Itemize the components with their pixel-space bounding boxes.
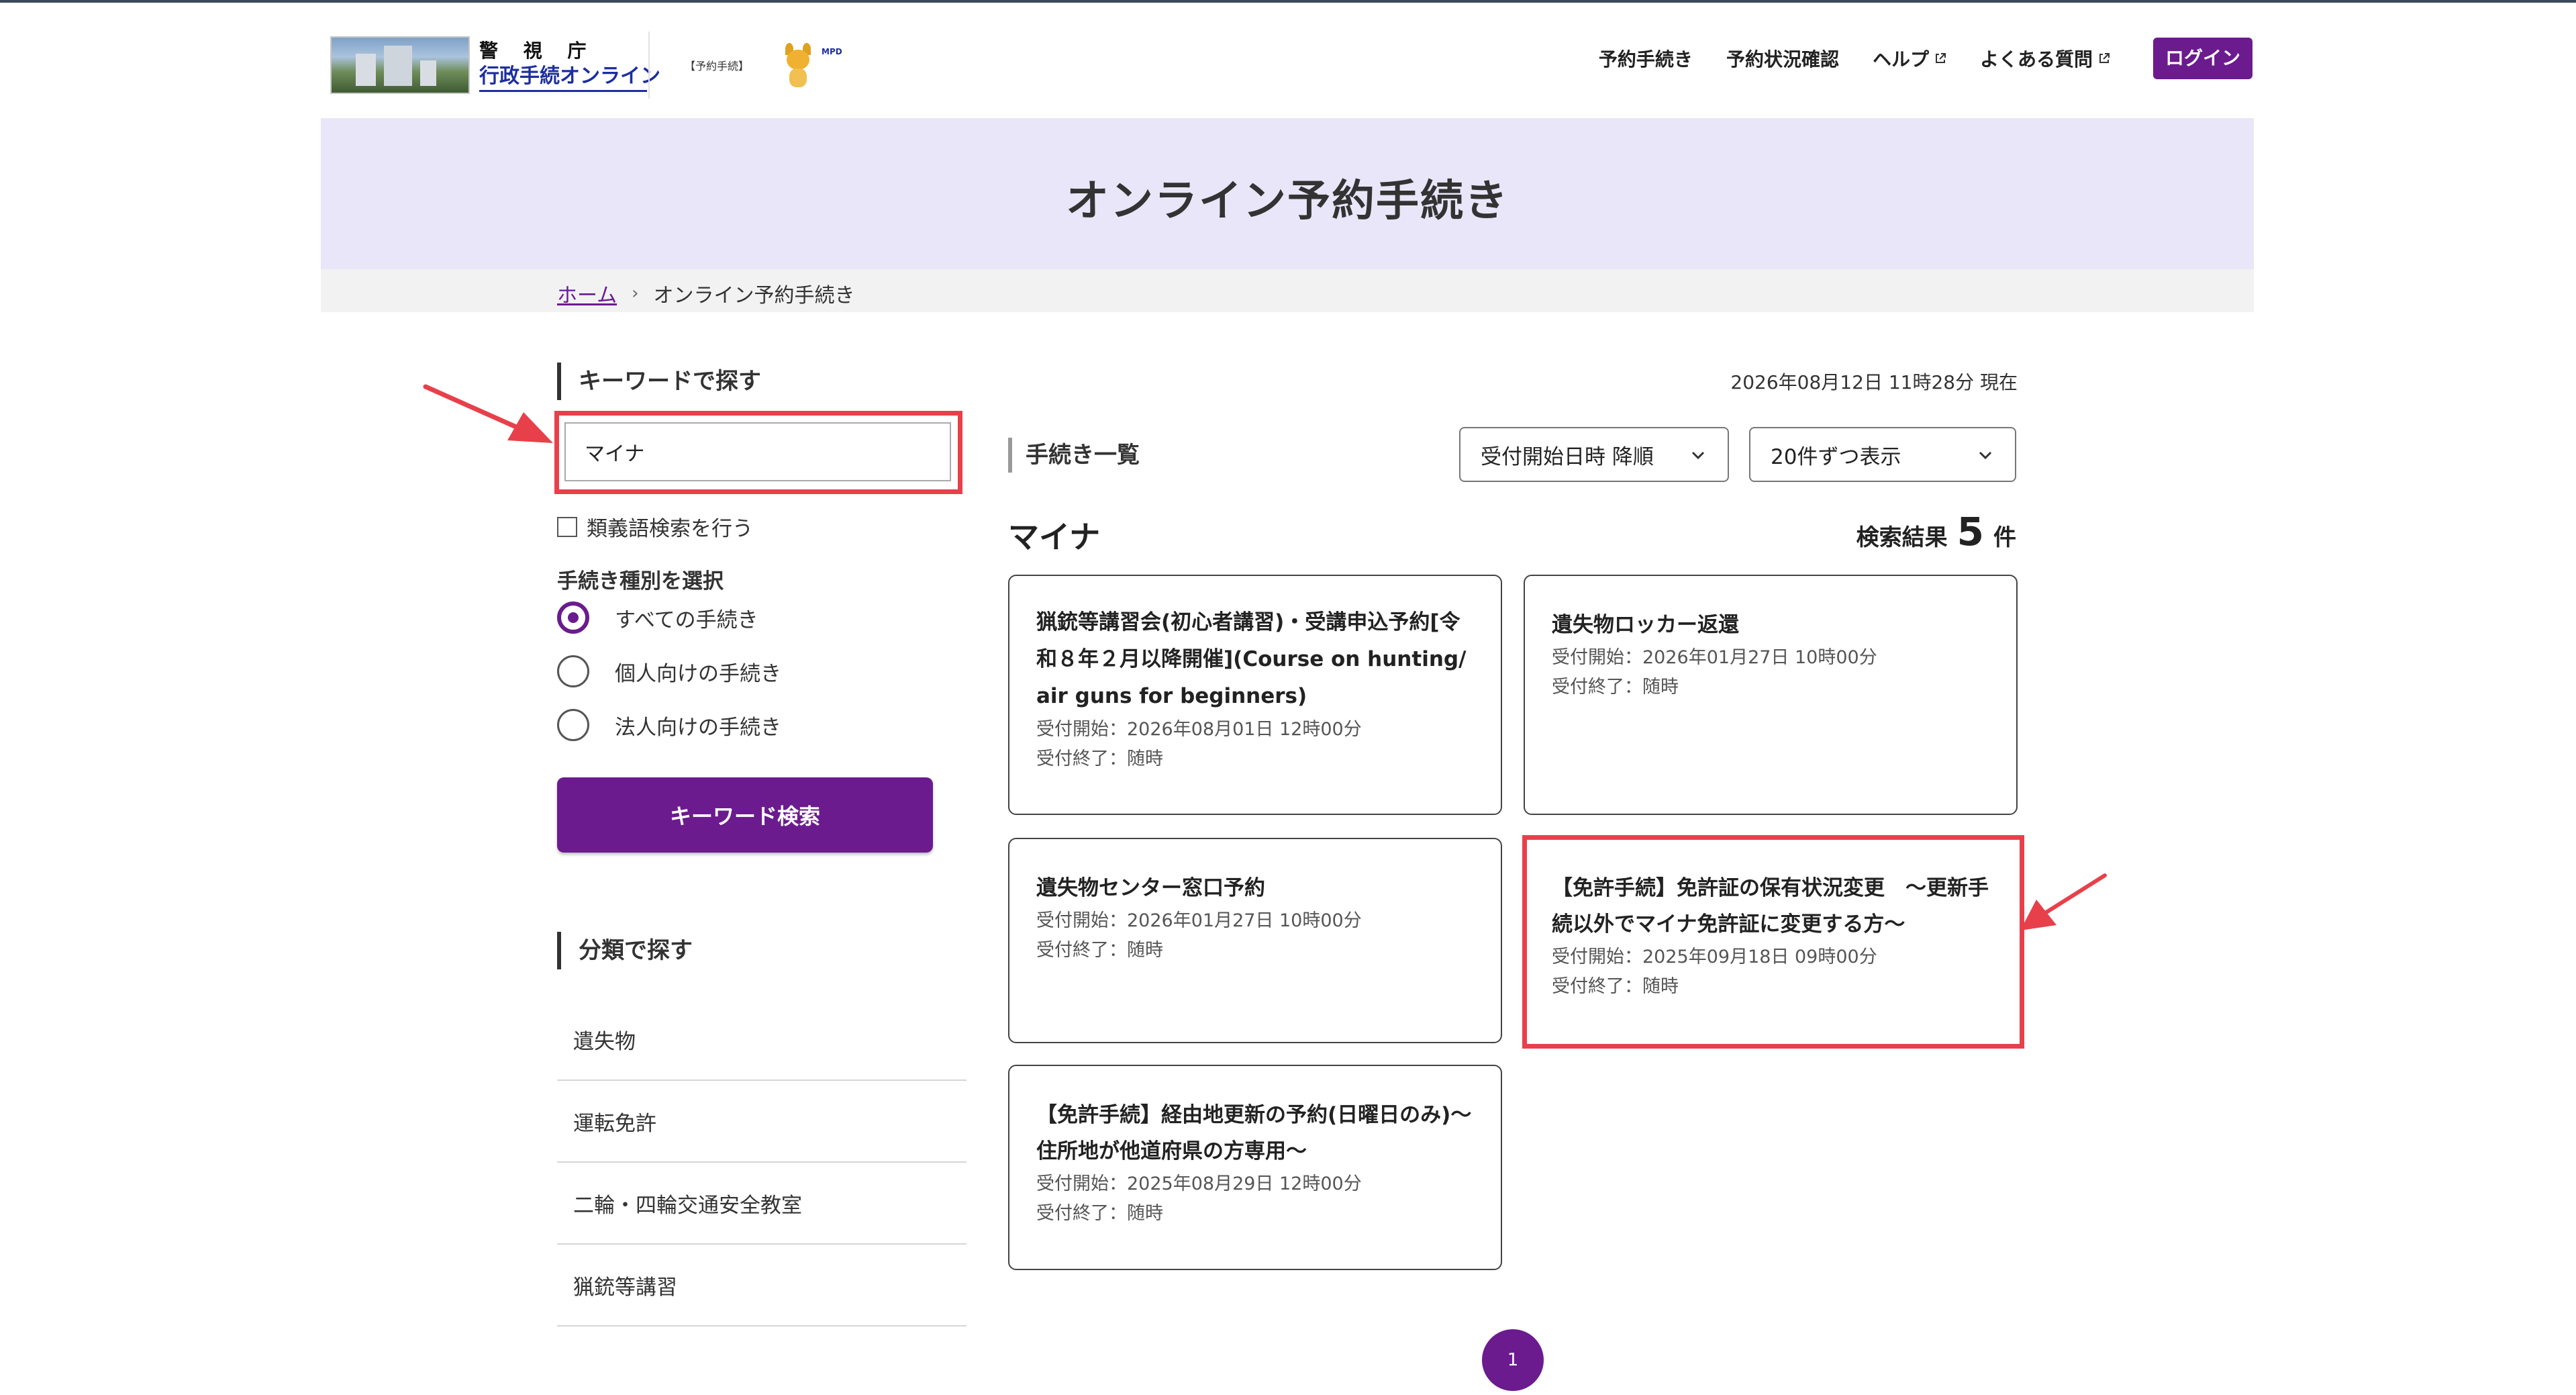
category-list: 遺失物 運転免許 二輪・四輪交通安全教室 猟銃等講習 — [557, 999, 967, 1327]
per-page-select[interactable]: 20件ずつ表示 — [1749, 427, 2016, 482]
radio-label: すべての手続き — [615, 608, 758, 632]
procedure-card[interactable]: 【免許手続】経由地更新の予約(日曜日のみ)〜住所地が他道府県の方専用〜 受付開始… — [1008, 1065, 1502, 1270]
sort-select[interactable]: 受付開始日時 降順 — [1459, 427, 1729, 482]
synonym-checkbox[interactable] — [557, 516, 577, 537]
annotation-highlight-box — [1522, 835, 2024, 1049]
category-heading: 分類で探す — [557, 932, 967, 969]
logo-divider — [648, 32, 650, 99]
radio-corporate[interactable]: 法人向けの手続き — [557, 709, 781, 741]
nav-faq[interactable]: よくある質問 — [1980, 45, 2110, 72]
annotation-highlight-box — [554, 411, 962, 494]
radio-button[interactable] — [557, 602, 589, 634]
logo-agency: 警 視 庁 — [479, 39, 596, 62]
mpd-logo: MPD — [822, 47, 842, 56]
procedure-card[interactable]: 猟銃等講習会(初心者講習)・受講申込予約[令和８年２月以降開催](Course … — [1008, 575, 1502, 815]
breadcrumb-home-link[interactable]: ホーム — [557, 279, 617, 308]
nav-status[interactable]: 予約状況確認 — [1726, 45, 1839, 72]
external-link-icon — [2099, 53, 2110, 63]
page-banner: オンライン予約手続き — [321, 118, 2254, 269]
card-end: 受付終了：随時 — [1036, 940, 1163, 961]
pagination-page-button[interactable]: 1 — [1482, 1329, 1544, 1391]
card-title: 【免許手続】経由地更新の予約(日曜日のみ)〜住所地が他道府県の方専用〜 — [1036, 1103, 1472, 1163]
header-nav: 予約手続き 予約状況確認 ヘルプ よくある質問 ログイン — [1565, 38, 2252, 79]
search-keyword-title: マイナ — [1008, 519, 1101, 555]
logo-photo — [330, 36, 470, 94]
annotation-arrow-icon — [2020, 873, 2107, 930]
card-end: 受付終了：随時 — [1036, 749, 1163, 769]
procedure-type-label: 手続き種別を選択 — [557, 569, 724, 593]
category-item-lost-property[interactable]: 遺失物 — [557, 999, 967, 1081]
search-sidebar: キーワードで探す 類義語検索を行う 手続き種別を選択 すべての手続き 個人向けの… — [554, 363, 967, 1327]
keyword-heading: キーワードで探す — [557, 363, 967, 400]
synonym-label: 類義語検索を行う — [587, 517, 753, 541]
logo-tag: 【予約手続】 — [685, 60, 750, 73]
radio-button[interactable] — [557, 655, 589, 687]
radio-label: 法人向けの手続き — [615, 715, 781, 740]
card-start: 受付開始：2026年01月27日 10時00分 — [1552, 647, 1877, 668]
nav-help[interactable]: ヘルプ — [1873, 45, 1946, 72]
synonym-search-option[interactable]: 類義語検索を行う — [557, 512, 753, 542]
radio-individual[interactable]: 個人向けの手続き — [557, 655, 781, 687]
mascot-icon — [781, 43, 815, 87]
annotation-arrow-icon — [423, 384, 553, 443]
breadcrumb: ホーム › オンライン予約手続き — [321, 269, 2254, 312]
page-title: オンライン予約手続き — [1066, 177, 1509, 226]
radio-button[interactable] — [557, 709, 589, 741]
card-start: 受付開始：2026年01月27日 10時00分 — [1036, 910, 1362, 931]
procedure-card[interactable]: 遺失物センター窓口予約 受付開始：2026年01月27日 10時00分 受付終了… — [1008, 838, 1502, 1043]
login-button[interactable]: ログイン — [2152, 38, 2252, 79]
card-title: 遺失物センター窓口予約 — [1036, 876, 1265, 900]
chevron-down-icon — [1979, 451, 1992, 460]
logo-service: 行政手続オンライン — [479, 63, 660, 92]
list-heading: 手続き一覧 — [1008, 438, 1140, 473]
card-title: 猟銃等講習会(初心者講習)・受講申込予約[令和８年２月以降開催](Course … — [1036, 610, 1467, 708]
category-item-driver-license[interactable]: 運転免許 — [557, 1081, 967, 1163]
nav-reservation[interactable]: 予約手続き — [1599, 45, 1693, 72]
keyword-input[interactable] — [564, 422, 951, 481]
site-logo[interactable]: 警 視 庁 行政手続オンライン 【予約手続】 MPD — [330, 30, 842, 101]
radio-label: 個人向けの手続き — [615, 661, 781, 686]
radio-all[interactable]: すべての手続き — [557, 602, 758, 634]
procedure-card[interactable]: 遺失物ロッカー返還 受付開始：2026年01月27日 10時00分 受付終了：随… — [1524, 575, 2018, 815]
category-item-firearms[interactable]: 猟銃等講習 — [557, 1245, 967, 1327]
category-item-traffic-safety[interactable]: 二輪・四輪交通安全教室 — [557, 1163, 967, 1245]
card-end: 受付終了：随時 — [1552, 677, 1679, 698]
card-title: 遺失物ロッカー返還 — [1552, 613, 1739, 637]
external-link-icon — [1935, 53, 1946, 63]
card-end: 受付終了：随時 — [1036, 1203, 1163, 1224]
keyword-search-button[interactable]: キーワード検索 — [557, 777, 933, 853]
card-start: 受付開始：2026年08月01日 12時00分 — [1036, 719, 1362, 740]
timestamp: 2026年08月12日 11時28分 現在 — [1730, 371, 2018, 393]
chevron-right-icon: › — [632, 283, 639, 303]
chevron-down-icon — [1691, 451, 1705, 460]
result-count: 検索結果 5 件 — [1856, 509, 2016, 555]
top-border — [0, 0, 2576, 3]
breadcrumb-current: オンライン予約手続き — [653, 284, 855, 307]
logo-text: 警 視 庁 行政手続オンライン — [479, 39, 660, 92]
card-start: 受付開始：2025年08月29日 12時00分 — [1036, 1173, 1362, 1194]
